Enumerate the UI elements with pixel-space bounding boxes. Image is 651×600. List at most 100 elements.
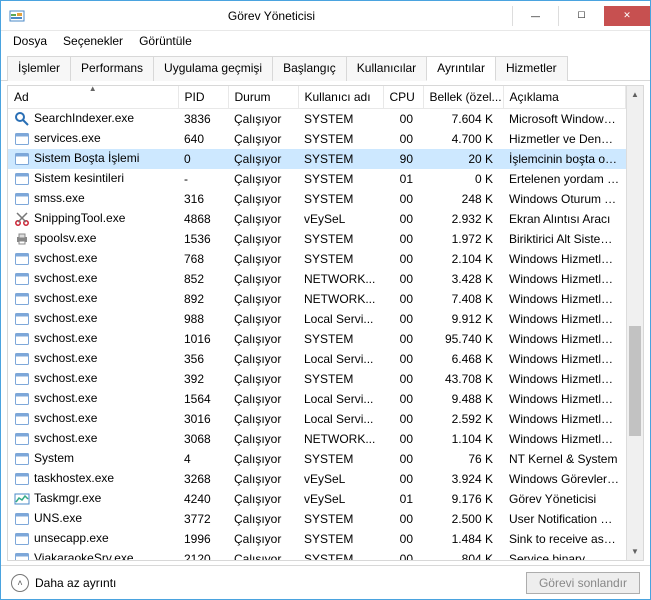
cell-status: Çalışıyor [228, 209, 298, 229]
cell-pid: 392 [178, 369, 228, 389]
cell-status: Çalışıyor [228, 169, 298, 189]
scroll-thumb[interactable] [629, 326, 641, 436]
cell-pid: 0 [178, 149, 228, 169]
table-row[interactable]: Sistem Boşta İşlemi0ÇalışıyorSYSTEM9020 … [8, 149, 626, 169]
col-header-cpu[interactable]: CPU [383, 86, 423, 109]
menu-view[interactable]: Görüntüle [131, 32, 200, 50]
tab-processes[interactable]: İşlemler [7, 56, 71, 81]
cell-mem: 7.408 K [423, 289, 503, 309]
scroll-down-arrow[interactable]: ▼ [627, 543, 643, 560]
cell-pid: 768 [178, 249, 228, 269]
table-row[interactable]: UNS.exe3772ÇalışıyorSYSTEM002.500 KUser … [8, 509, 626, 529]
app-icon [9, 8, 25, 24]
process-name: svchost.exe [34, 271, 97, 285]
cell-status: Çalışıyor [228, 489, 298, 509]
cell-user: SYSTEM [298, 529, 383, 549]
table-row[interactable]: svchost.exe1016ÇalışıyorSYSTEM0095.740 K… [8, 329, 626, 349]
cell-desc: Windows Hizmetleri... [503, 309, 626, 329]
table-row[interactable]: spoolsv.exe1536ÇalışıyorSYSTEM001.972 KB… [8, 229, 626, 249]
cell-desc: Görev Yöneticisi [503, 489, 626, 509]
cell-name: Taskmgr.exe [8, 489, 178, 509]
table-row[interactable]: SnippingTool.exe4868ÇalışıyorvEySeL002.9… [8, 209, 626, 229]
col-header-desc[interactable]: Açıklama [503, 86, 626, 109]
cell-name: svchost.exe [8, 349, 178, 369]
cell-name: Sistem Boşta İşlemi [8, 149, 178, 169]
cell-cpu: 00 [383, 309, 423, 329]
minimize-button[interactable]: — [512, 6, 558, 26]
col-header-status[interactable]: Durum [228, 86, 298, 109]
table-row[interactable]: svchost.exe3068ÇalışıyorNETWORK...001.10… [8, 429, 626, 449]
cell-desc: Windows Hizmetleri... [503, 329, 626, 349]
col-header-name[interactable]: ▲ Ad [8, 86, 178, 109]
cell-status: Çalışıyor [228, 189, 298, 209]
table-row[interactable]: svchost.exe768ÇalışıyorSYSTEM002.104 KWi… [8, 249, 626, 269]
process-name: svchost.exe [34, 351, 97, 365]
table-row[interactable]: svchost.exe988ÇalışıyorLocal Servi...009… [8, 309, 626, 329]
process-name: SnippingTool.exe [34, 211, 125, 225]
table-row[interactable]: Sistem kesintileri-ÇalışıyorSYSTEM010 KE… [8, 169, 626, 189]
table-row[interactable]: svchost.exe852ÇalışıyorNETWORK...003.428… [8, 269, 626, 289]
table-row[interactable]: ViakaraokeSrv.exe2120ÇalışıyorSYSTEM0080… [8, 549, 626, 561]
cell-name: ViakaraokeSrv.exe [8, 549, 178, 561]
cell-user: SYSTEM [298, 109, 383, 129]
table-row[interactable]: taskhostex.exe3268ÇalışıyorvEySeL003.924… [8, 469, 626, 489]
details-table-wrap: ▲ Ad PID Durum Kullanıcı adı CPU Bellek … [7, 85, 644, 561]
cell-desc: Windows Görevleri İ... [503, 469, 626, 489]
tab-details[interactable]: Ayrıntılar [426, 56, 496, 81]
window-title: Görev Yöneticisi [31, 9, 512, 23]
table-row[interactable]: smss.exe316ÇalışıyorSYSTEM00248 KWindows… [8, 189, 626, 209]
cell-desc: NT Kernel & System [503, 449, 626, 469]
cell-user: SYSTEM [298, 229, 383, 249]
cell-mem: 6.468 K [423, 349, 503, 369]
cell-desc: Ekran Alıntısı Aracı [503, 209, 626, 229]
cell-user: NETWORK... [298, 289, 383, 309]
cell-status: Çalışıyor [228, 249, 298, 269]
table-row[interactable]: svchost.exe356ÇalışıyorLocal Servi...006… [8, 349, 626, 369]
table-row[interactable]: svchost.exe3016ÇalışıyorLocal Servi...00… [8, 409, 626, 429]
details-table: ▲ Ad PID Durum Kullanıcı adı CPU Bellek … [8, 86, 626, 560]
process-icon [14, 251, 30, 267]
tab-app-history[interactable]: Uygulama geçmişi [153, 56, 273, 81]
tab-performance[interactable]: Performans [70, 56, 154, 81]
col-header-user[interactable]: Kullanıcı adı [298, 86, 383, 109]
table-row[interactable]: svchost.exe1564ÇalışıyorLocal Servi...00… [8, 389, 626, 409]
table-row[interactable]: svchost.exe892ÇalışıyorNETWORK...007.408… [8, 289, 626, 309]
cell-pid: 4 [178, 449, 228, 469]
process-name: taskhostex.exe [34, 471, 114, 485]
cell-pid: 640 [178, 129, 228, 149]
cell-mem: 804 K [423, 549, 503, 561]
col-header-mem[interactable]: Bellek (özel... [423, 86, 503, 109]
table-row[interactable]: svchost.exe392ÇalışıyorSYSTEM0043.708 KW… [8, 369, 626, 389]
process-name: Sistem Boşta İşlemi [34, 151, 139, 165]
process-name: smss.exe [34, 191, 85, 205]
vertical-scrollbar[interactable]: ▲ ▼ [626, 86, 643, 560]
menu-options[interactable]: Seçenekler [55, 32, 131, 50]
end-task-button[interactable]: Görevi sonlandır [526, 572, 640, 594]
table-row[interactable]: Taskmgr.exe4240ÇalışıyorvEySeL019.176 KG… [8, 489, 626, 509]
cell-cpu: 00 [383, 469, 423, 489]
cell-cpu: 00 [383, 389, 423, 409]
chevron-up-icon: ˄ [11, 574, 29, 592]
table-row[interactable]: System4ÇalışıyorSYSTEM0076 KNT Kernel & … [8, 449, 626, 469]
cell-desc: Service binary [503, 549, 626, 561]
process-icon [14, 111, 30, 127]
table-row[interactable]: SearchIndexer.exe3836ÇalışıyorSYSTEM007.… [8, 109, 626, 129]
table-row[interactable]: unsecapp.exe1996ÇalışıyorSYSTEM001.484 K… [8, 529, 626, 549]
cell-desc: Windows Oturum Y... [503, 189, 626, 209]
col-header-pid[interactable]: PID [178, 86, 228, 109]
tab-users[interactable]: Kullanıcılar [346, 56, 427, 81]
process-icon [14, 231, 30, 247]
tab-services[interactable]: Hizmetler [495, 56, 568, 81]
cell-name: svchost.exe [8, 389, 178, 409]
process-icon [14, 171, 30, 187]
fewer-details-toggle[interactable]: ˄ Daha az ayrıntı [11, 574, 526, 592]
cell-status: Çalışıyor [228, 269, 298, 289]
scroll-up-arrow[interactable]: ▲ [627, 86, 643, 103]
menu-file[interactable]: Dosya [5, 32, 55, 50]
close-button[interactable]: ✕ [604, 6, 650, 26]
details-table-scroll[interactable]: ▲ Ad PID Durum Kullanıcı adı CPU Bellek … [8, 86, 626, 560]
maximize-button[interactable]: ☐ [558, 6, 604, 26]
table-row[interactable]: services.exe640ÇalışıyorSYSTEM004.700 KH… [8, 129, 626, 149]
tab-startup[interactable]: Başlangıç [272, 56, 347, 81]
cell-status: Çalışıyor [228, 109, 298, 129]
